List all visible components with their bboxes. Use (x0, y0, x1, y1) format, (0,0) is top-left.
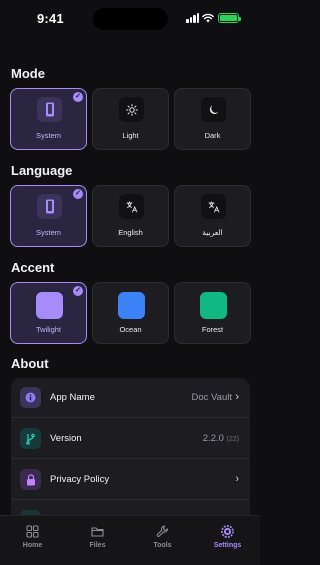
tab-home[interactable]: Home (0, 516, 65, 565)
language-option-english[interactable]: English (92, 185, 169, 247)
info-icon (20, 387, 41, 408)
tab-label: Settings (213, 542, 242, 549)
row-label: Privacy Policy (50, 474, 110, 485)
tab-label: Tools (153, 542, 172, 549)
about-row-version: Version 2.2.0 (22) (11, 419, 250, 459)
sun-icon (119, 97, 144, 122)
mode-option-label: Dark (204, 131, 221, 140)
mode-option-dark[interactable]: Dark (174, 88, 251, 150)
language-option-label: العربية (202, 228, 223, 237)
about-row-privacy-policy[interactable]: Privacy Policy › (11, 460, 250, 500)
selected-check-icon: ✓ (73, 92, 83, 102)
wifi-icon (202, 13, 214, 23)
language-option-label: English (118, 228, 143, 237)
mode-option-label: Light (122, 131, 139, 140)
version-number: 2.2.0 (202, 433, 224, 444)
chevron-right-icon: › (235, 391, 239, 403)
selected-check-icon: ✓ (73, 286, 83, 296)
color-swatch (118, 292, 145, 319)
accent-option-ocean[interactable]: Ocean (92, 282, 169, 344)
tab-label: Home (22, 542, 43, 549)
phone-icon (37, 194, 62, 219)
tab-settings[interactable]: Settings (195, 516, 260, 565)
selected-check-icon: ✓ (73, 189, 83, 199)
about-row-app-name[interactable]: App Name Doc Vault › (11, 378, 250, 418)
language-option-label: System (35, 228, 61, 237)
accent-option-forest[interactable]: Forest (174, 282, 251, 344)
language-option-system[interactable]: ✓ System (10, 185, 87, 247)
gear-icon (221, 525, 234, 538)
tab-label: Files (89, 542, 106, 549)
dynamic-island (93, 8, 168, 30)
moon-icon (201, 97, 226, 122)
wrench-icon (156, 525, 168, 537)
accent-option-label: Forest (201, 325, 224, 334)
build-number: (22) (226, 436, 239, 443)
status-bar: 9:41 (0, 0, 260, 40)
phone-icon (37, 97, 62, 122)
tab-tools[interactable]: Tools (130, 516, 195, 565)
row-value: Doc Vault (191, 392, 232, 403)
status-time: 9:41 (37, 11, 64, 26)
accent-option-label: Twilight (35, 325, 61, 334)
mode-option-system[interactable]: ✓ System (10, 88, 87, 150)
mode-option-light[interactable]: Light (92, 88, 169, 150)
language-option-arabic[interactable]: العربية (174, 185, 251, 247)
chevron-right-icon: › (235, 473, 239, 485)
section-title-language: Language (11, 163, 73, 178)
section-title-accent: Accent (11, 260, 55, 275)
row-label: Version (50, 433, 82, 444)
translate-icon (119, 194, 144, 219)
section-title-mode: Mode (11, 66, 45, 81)
row-value: 2.2.0 (22) (203, 433, 239, 444)
cellular-signal-icon (186, 13, 200, 23)
tab-files[interactable]: Files (65, 516, 130, 565)
translate-icon (201, 194, 226, 219)
mode-option-label: System (35, 131, 61, 140)
grid-icon (26, 525, 39, 538)
tab-bar: Home Files Tools Settings (0, 515, 260, 565)
battery-icon (218, 13, 241, 23)
branch-icon (20, 428, 41, 449)
row-label: App Name (50, 392, 95, 403)
accent-option-twilight[interactable]: ✓ Twilight (10, 282, 87, 344)
folder-icon (91, 527, 104, 537)
accent-option-label: Ocean (119, 325, 142, 334)
lock-icon (20, 469, 41, 490)
color-swatch (36, 292, 63, 319)
color-swatch (200, 292, 227, 319)
section-title-about: About (11, 356, 49, 371)
